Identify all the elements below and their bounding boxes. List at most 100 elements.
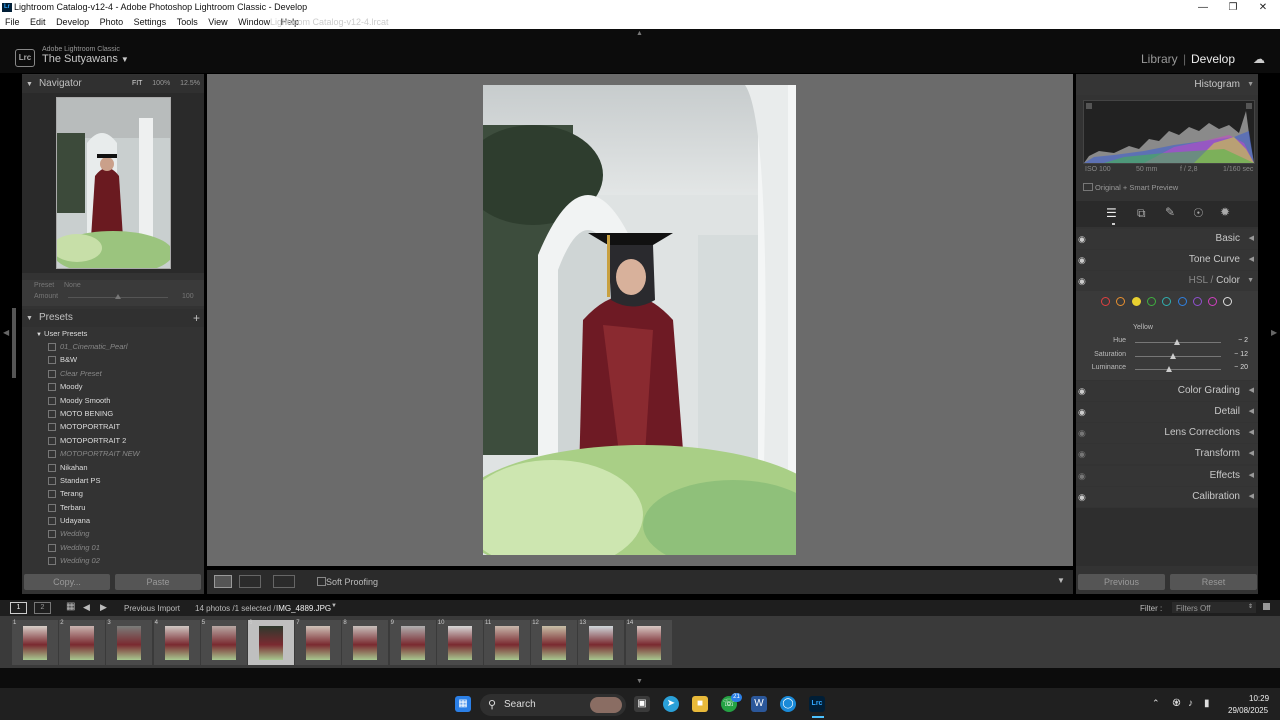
crop-icon[interactable]: ⧉ (1137, 206, 1146, 221)
color-tab[interactable]: Color (1216, 275, 1240, 286)
histogram-header[interactable]: Histogram ▼ (1076, 75, 1258, 95)
filmstrip-thumbnail[interactable]: 3 (106, 620, 153, 665)
battery-icon[interactable]: ▮ (1204, 698, 1210, 709)
slider-value[interactable]: − 2 (1238, 337, 1248, 344)
eye-icon[interactable]: ◉ (1078, 423, 1086, 443)
slider-knob[interactable] (1169, 352, 1176, 359)
store-icon[interactable]: ▣ (634, 696, 650, 712)
loupe-view-icon[interactable] (214, 575, 232, 588)
paste-button[interactable]: Paste (115, 574, 201, 590)
collapse-top-panel-icon[interactable]: ▲ (636, 30, 643, 37)
cloud-sync-icon[interactable]: ☁ (1253, 52, 1265, 66)
view-1-button[interactable]: 1 (10, 602, 27, 614)
preset-item[interactable]: MOTOPORTRAIT 2 (22, 434, 204, 447)
eye-icon[interactable]: ◉ (1078, 229, 1086, 249)
menu-tools[interactable]: Tools (177, 17, 198, 27)
main-photo[interactable] (483, 85, 796, 555)
edit-sliders-icon[interactable]: ☰ (1106, 206, 1117, 220)
module-library[interactable]: Library (1141, 52, 1178, 66)
color-swatch[interactable] (1177, 297, 1187, 306)
filmstrip-thumbnail[interactable]: 6 (248, 620, 294, 665)
telegram-icon[interactable]: ➤ (663, 696, 679, 712)
navigator-header[interactable]: ▼ Navigator FIT 100% 12.5% (22, 75, 204, 93)
preset-item[interactable]: MOTOPORTRAIT (22, 420, 204, 433)
menu-develop[interactable]: Develop (56, 17, 89, 27)
eye-icon[interactable]: ◉ (1078, 271, 1086, 291)
word-icon[interactable]: W (751, 696, 767, 712)
slider-value[interactable]: − 20 (1234, 364, 1248, 371)
red-eye-icon[interactable]: ☉ (1193, 206, 1204, 220)
histogram[interactable] (1083, 100, 1255, 164)
add-preset-icon[interactable]: + (193, 309, 200, 327)
hsl-color-header[interactable]: ◉ HSL / Color ▼ (1076, 271, 1258, 291)
slider-track[interactable] (1135, 369, 1221, 370)
preset-item[interactable]: Wedding 01 (22, 541, 204, 554)
close-button[interactable]: ✕ (1248, 0, 1278, 15)
toolbar-menu-icon[interactable]: ▼ (1057, 576, 1065, 585)
back-arrow-icon[interactable]: ◀ (83, 602, 90, 613)
maximize-button[interactable]: ❐ (1218, 0, 1248, 15)
tray-chevron-icon[interactable]: ⌃ (1152, 698, 1160, 709)
filmstrip-thumbnail[interactable]: 7 (295, 620, 342, 665)
clock-time[interactable]: 10:29 (1249, 694, 1269, 703)
source-label[interactable]: Previous Import (124, 604, 180, 613)
filmstrip-thumbnail[interactable]: 9 (389, 620, 436, 665)
color-grading-header[interactable]: ◉ Color Grading ◀ (1076, 381, 1258, 401)
tone-curve-header[interactable]: ◉ Tone Curve ◀ (1076, 250, 1258, 270)
filmstrip-thumbnail[interactable]: 4 (153, 620, 200, 665)
preset-item[interactable]: Clear Preset (22, 367, 204, 380)
clock-date[interactable]: 29/08/2025 (1228, 706, 1268, 715)
calibration-header[interactable]: ◉ Calibration ◀ (1076, 487, 1258, 507)
eye-icon[interactable]: ◉ (1078, 250, 1086, 270)
filter-lock-icon[interactable] (1263, 603, 1270, 610)
slider-value[interactable]: − 12 (1234, 351, 1248, 358)
masking-icon[interactable]: ✹ (1220, 205, 1230, 219)
left-scrollbar[interactable] (12, 308, 16, 378)
preset-item[interactable]: MOTO BENING (22, 407, 204, 420)
preset-item[interactable]: B&W (22, 353, 204, 366)
preset-item[interactable]: 01_Cinematic_Pearl (22, 340, 204, 353)
collapse-right-panel-icon[interactable]: ▶ (1271, 328, 1277, 337)
forward-arrow-icon[interactable]: ▶ (100, 602, 107, 613)
menu-photo[interactable]: Photo (100, 17, 124, 27)
color-swatch[interactable] (1131, 297, 1141, 306)
soft-proofing-checkbox[interactable] (317, 577, 326, 586)
eye-icon[interactable]: ◉ (1078, 487, 1086, 507)
lightroom-taskbar-icon[interactable]: Lrc (809, 696, 825, 712)
preset-item[interactable]: Terbaru (22, 501, 204, 514)
filmstrip-thumbnail[interactable]: 13 (578, 620, 625, 665)
eye-icon[interactable]: ◉ (1078, 381, 1086, 401)
color-swatch[interactable] (1101, 297, 1110, 306)
eye-icon[interactable]: ◉ (1078, 402, 1086, 422)
transform-header[interactable]: ◉ Transform ◀ (1076, 444, 1258, 464)
filmstrip-thumbnail[interactable]: 14 (625, 620, 672, 665)
zoom-12[interactable]: 12.5% (180, 80, 200, 87)
navigator-thumbnail[interactable] (56, 97, 171, 269)
copy-button[interactable]: Copy... (24, 574, 110, 590)
basic-header[interactable]: ◉ Basic ◀ (1076, 229, 1258, 249)
filmstrip-thumbnail[interactable]: 5 (200, 620, 247, 665)
slider-knob[interactable] (1166, 366, 1173, 372)
filmstrip-thumbnail[interactable]: 1 (12, 620, 58, 665)
eye-icon[interactable]: ◉ (1078, 466, 1086, 486)
eye-icon[interactable]: ◉ (1078, 444, 1086, 464)
hsl-tab[interactable]: HSL (1189, 275, 1208, 286)
preset-item[interactable]: Terang (22, 487, 204, 500)
preset-item[interactable]: Nikahan (22, 461, 204, 474)
view-2-button[interactable]: 2 (34, 602, 51, 614)
preset-item[interactable]: Moody Smooth (22, 394, 204, 407)
presets-header[interactable]: ▼ Presets + (22, 309, 204, 327)
color-swatch[interactable] (1192, 297, 1202, 306)
filmstrip-thumbnail[interactable]: 8 (342, 620, 389, 665)
slider-track[interactable] (1135, 355, 1221, 357)
catalog-name[interactable]: The Sutyawans ▼ (42, 53, 129, 65)
filmstrip-thumbnail[interactable]: 2 (59, 620, 106, 665)
preset-item[interactable]: MOTOPORTRAIT NEW (22, 447, 204, 460)
collapse-left-panel-icon[interactable]: ◀ (3, 328, 9, 337)
taskbar-search[interactable]: ⚲ Search (480, 694, 626, 716)
color-swatch[interactable] (1146, 297, 1156, 306)
menu-settings[interactable]: Settings (134, 17, 167, 27)
volume-icon[interactable]: ♪ (1188, 698, 1193, 709)
zoom-100[interactable]: 100% (152, 80, 170, 87)
healing-icon[interactable]: ✎ (1165, 205, 1175, 219)
